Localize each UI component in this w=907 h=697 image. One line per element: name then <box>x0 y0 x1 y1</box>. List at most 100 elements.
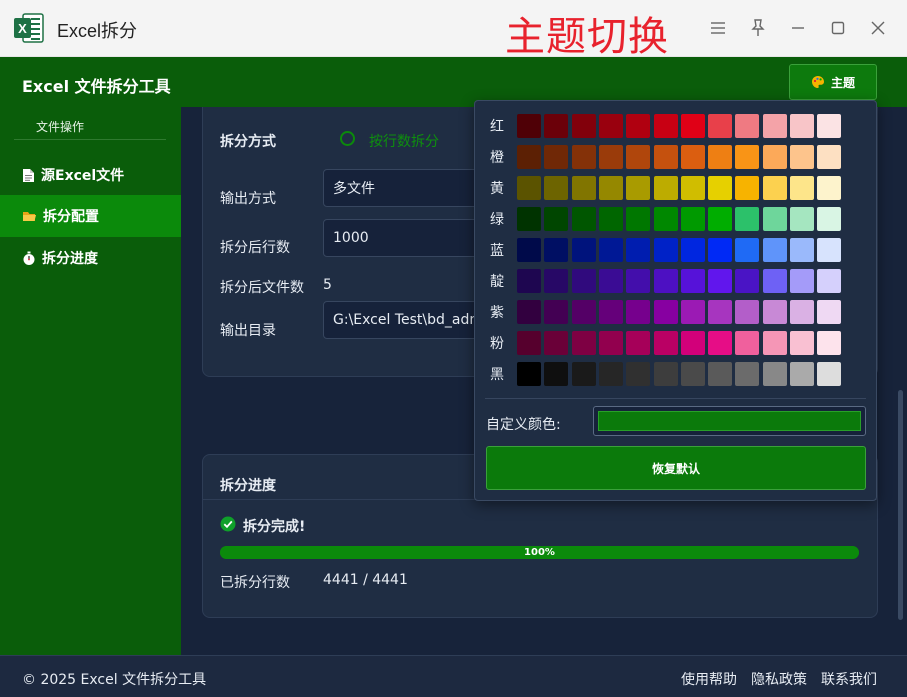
color-swatch[interactable] <box>626 331 651 355</box>
color-swatch[interactable] <box>517 114 541 138</box>
pin-icon[interactable] <box>746 16 770 40</box>
minimize-icon[interactable] <box>786 16 810 40</box>
color-swatch[interactable] <box>680 176 705 200</box>
custom-color-picker[interactable] <box>593 406 866 436</box>
color-swatch[interactable] <box>517 362 541 386</box>
color-swatch[interactable] <box>680 331 705 355</box>
color-swatch[interactable] <box>653 238 678 262</box>
color-swatch[interactable] <box>762 331 787 355</box>
color-swatch[interactable] <box>626 176 651 200</box>
color-swatch[interactable] <box>626 300 651 324</box>
color-swatch[interactable] <box>517 269 541 293</box>
color-swatch[interactable] <box>598 362 623 386</box>
color-swatch[interactable] <box>762 362 787 386</box>
color-swatch[interactable] <box>626 114 651 138</box>
color-swatch[interactable] <box>735 331 760 355</box>
close-icon[interactable] <box>866 16 890 40</box>
color-swatch[interactable] <box>626 145 651 169</box>
color-swatch[interactable] <box>680 207 705 231</box>
color-swatch[interactable] <box>790 207 814 231</box>
color-swatch[interactable] <box>762 300 787 324</box>
color-swatch[interactable] <box>626 238 651 262</box>
sidebar-item-split-config[interactable]: 拆分配置 <box>0 195 181 237</box>
color-swatch[interactable] <box>598 238 623 262</box>
color-swatch[interactable] <box>626 269 651 293</box>
color-swatch[interactable] <box>544 114 569 138</box>
color-swatch[interactable] <box>626 207 651 231</box>
color-swatch[interactable] <box>598 331 623 355</box>
color-swatch[interactable] <box>735 269 760 293</box>
color-swatch[interactable] <box>680 300 705 324</box>
color-swatch[interactable] <box>544 269 569 293</box>
color-swatch[interactable] <box>708 145 733 169</box>
color-swatch[interactable] <box>762 238 787 262</box>
color-swatch[interactable] <box>817 114 842 138</box>
color-swatch[interactable] <box>817 238 842 262</box>
color-swatch[interactable] <box>598 207 623 231</box>
color-swatch[interactable] <box>571 362 596 386</box>
color-swatch[interactable] <box>544 207 569 231</box>
menu-icon[interactable] <box>706 16 730 40</box>
reset-default-button[interactable]: 恢复默认 <box>486 446 866 490</box>
color-swatch[interactable] <box>790 176 814 200</box>
color-swatch[interactable] <box>598 145 623 169</box>
color-swatch[interactable] <box>626 362 651 386</box>
theme-button[interactable]: 主题 <box>789 64 877 100</box>
color-swatch[interactable] <box>817 207 842 231</box>
color-swatch[interactable] <box>517 145 541 169</box>
color-swatch[interactable] <box>735 114 760 138</box>
color-swatch[interactable] <box>571 238 596 262</box>
color-swatch[interactable] <box>817 331 842 355</box>
color-swatch[interactable] <box>653 362 678 386</box>
color-swatch[interactable] <box>708 362 733 386</box>
split-by-rows-radio[interactable] <box>340 131 355 146</box>
color-swatch[interactable] <box>598 269 623 293</box>
color-swatch[interactable] <box>653 145 678 169</box>
color-swatch[interactable] <box>762 114 787 138</box>
color-swatch[interactable] <box>680 362 705 386</box>
color-swatch[interactable] <box>817 362 842 386</box>
color-swatch[interactable] <box>571 145 596 169</box>
color-swatch[interactable] <box>571 207 596 231</box>
color-swatch[interactable] <box>762 269 787 293</box>
color-swatch[interactable] <box>817 176 842 200</box>
color-swatch[interactable] <box>517 238 541 262</box>
color-swatch[interactable] <box>735 145 760 169</box>
color-swatch[interactable] <box>708 176 733 200</box>
color-swatch[interactable] <box>817 300 842 324</box>
color-swatch[interactable] <box>653 269 678 293</box>
color-swatch[interactable] <box>544 176 569 200</box>
color-swatch[interactable] <box>653 300 678 324</box>
color-swatch[interactable] <box>817 269 842 293</box>
color-swatch[interactable] <box>598 114 623 138</box>
color-swatch[interactable] <box>517 176 541 200</box>
color-swatch[interactable] <box>680 114 705 138</box>
color-swatch[interactable] <box>817 145 842 169</box>
split-by-rows-option[interactable]: 按行数拆分 <box>369 131 439 151</box>
color-swatch[interactable] <box>735 362 760 386</box>
color-swatch[interactable] <box>708 331 733 355</box>
color-swatch[interactable] <box>790 238 814 262</box>
color-swatch[interactable] <box>790 331 814 355</box>
color-swatch[interactable] <box>735 176 760 200</box>
color-swatch[interactable] <box>762 176 787 200</box>
color-swatch[interactable] <box>790 114 814 138</box>
color-swatch[interactable] <box>735 300 760 324</box>
color-swatch[interactable] <box>790 145 814 169</box>
sidebar-item-split-progress[interactable]: 拆分进度 <box>0 237 181 279</box>
color-swatch[interactable] <box>517 207 541 231</box>
color-swatch[interactable] <box>544 331 569 355</box>
color-swatch[interactable] <box>571 331 596 355</box>
contact-link[interactable]: 联系我们 <box>821 669 877 689</box>
main-scrollbar[interactable] <box>898 390 903 620</box>
color-swatch[interactable] <box>544 362 569 386</box>
color-swatch[interactable] <box>790 269 814 293</box>
color-swatch[interactable] <box>680 145 705 169</box>
color-swatch[interactable] <box>653 114 678 138</box>
color-swatch[interactable] <box>653 176 678 200</box>
color-swatch[interactable] <box>544 300 569 324</box>
color-swatch[interactable] <box>544 145 569 169</box>
color-swatch[interactable] <box>790 362 814 386</box>
color-swatch[interactable] <box>708 238 733 262</box>
color-swatch[interactable] <box>517 331 541 355</box>
